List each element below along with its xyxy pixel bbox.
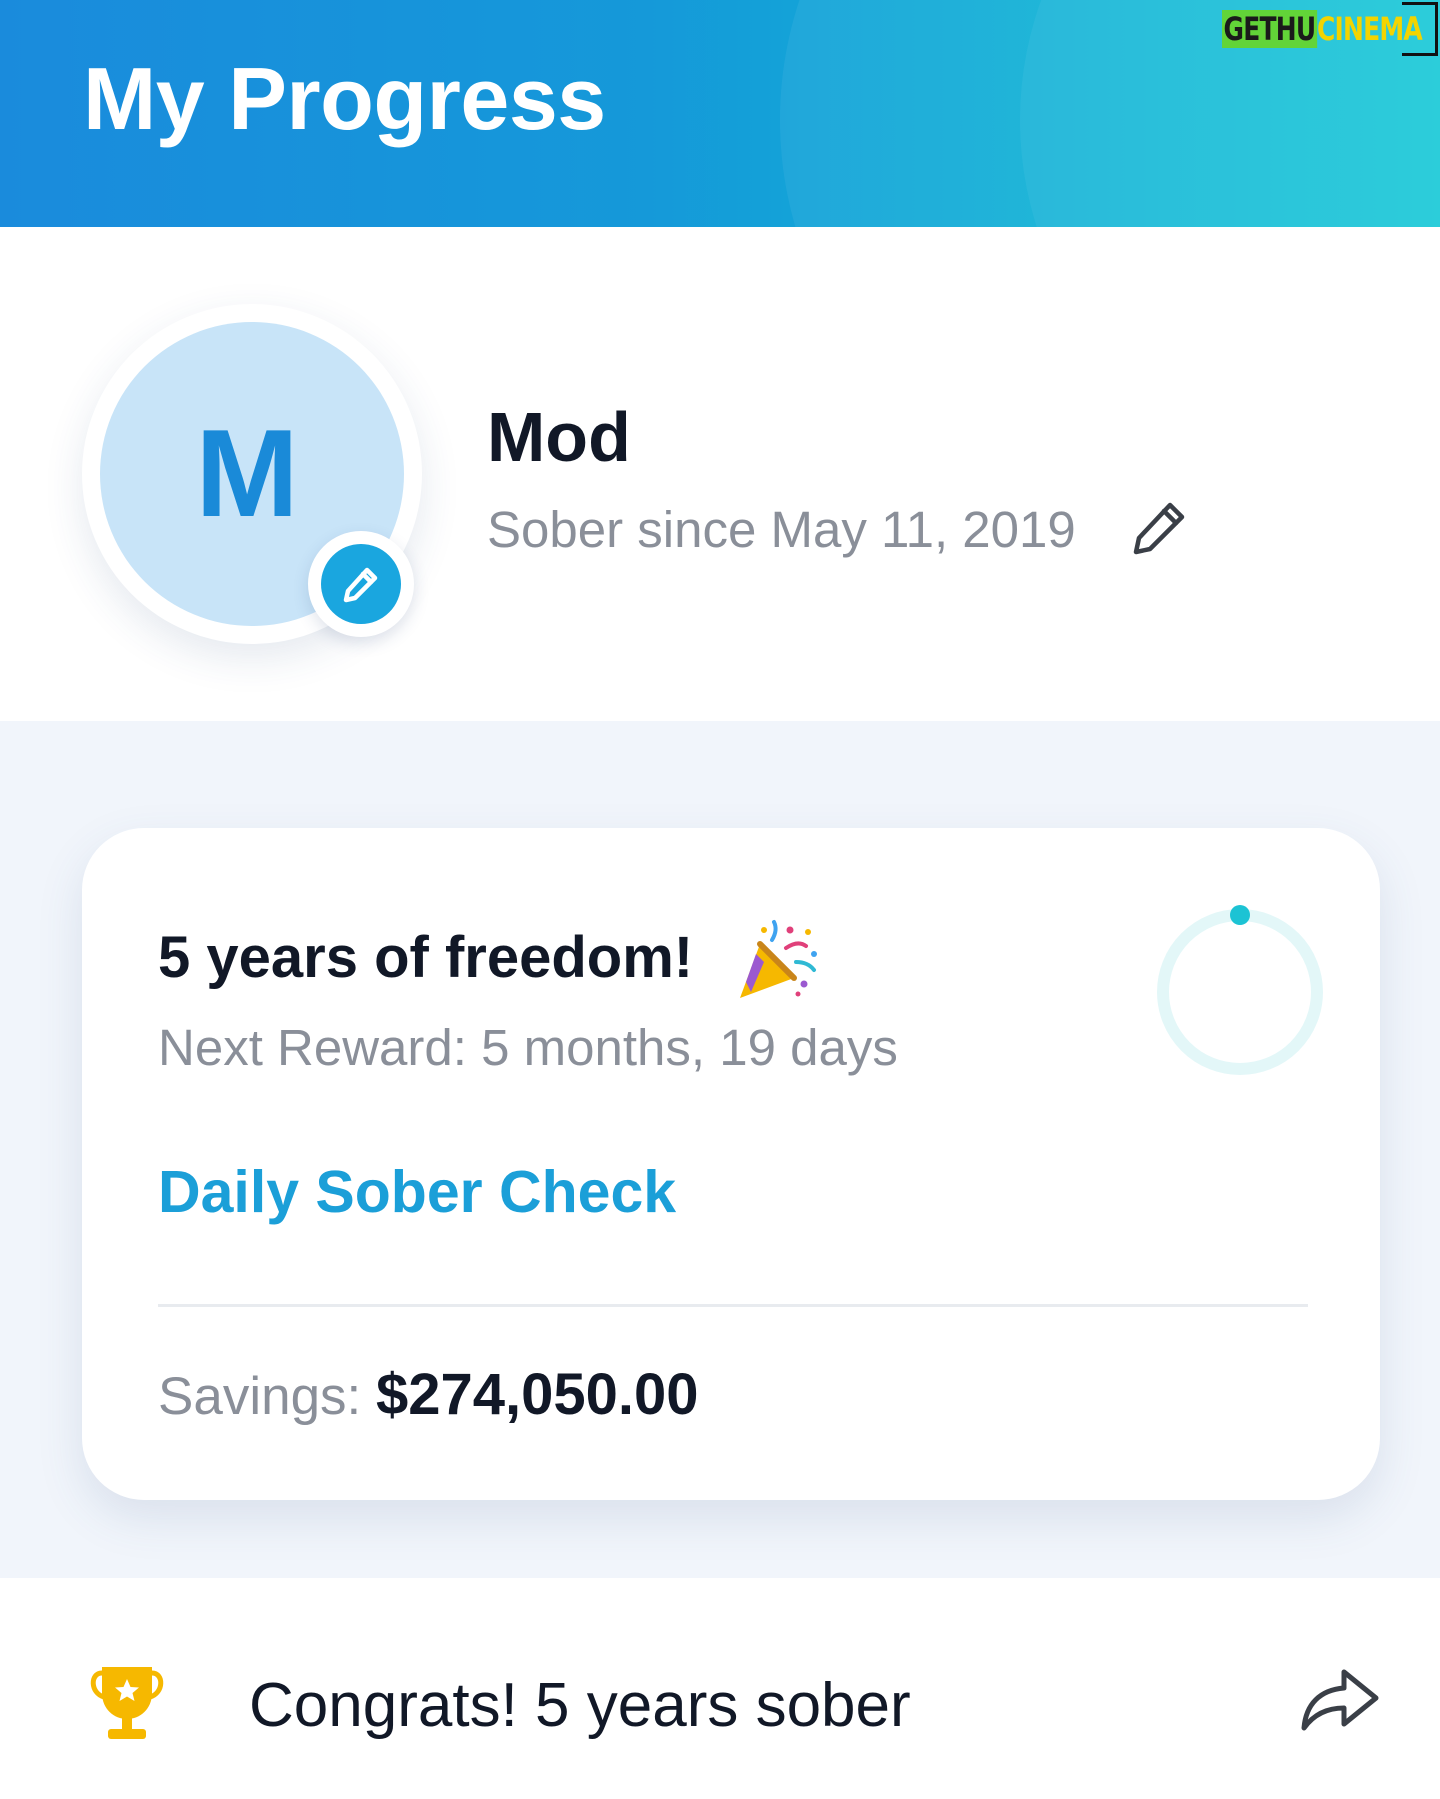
progress-ring: [1157, 905, 1323, 1075]
achievement-row[interactable]: Congrats! 5 years sober: [0, 1578, 1440, 1799]
pencil-icon: [343, 567, 378, 603]
watermark-film-strip: [1402, 2, 1438, 56]
pencil-icon[interactable]: [1130, 499, 1188, 557]
profile-section: M Mod Sober since May 11, 2019: [0, 227, 1440, 721]
watermark-text-1: GETHU: [1222, 10, 1317, 48]
app-header: My Progress GETHUCINEMA: [0, 0, 1440, 227]
share-arrow-icon[interactable]: [1298, 1658, 1382, 1742]
savings-value: $274,050.00: [376, 1362, 699, 1427]
watermark-logo: GETHUCINEMA: [1222, 6, 1423, 52]
party-popper-icon: [740, 920, 817, 998]
progress-ring-track: [1157, 909, 1323, 1075]
progress-card: 5 years of freedom! Next Reward: 5 month…: [82, 828, 1380, 1500]
avatar-edit-button[interactable]: [308, 531, 414, 637]
page-title: My Progress: [83, 49, 606, 148]
avatar-initial: M: [195, 405, 299, 543]
achievement-message: Congrats! 5 years sober: [249, 1671, 911, 1740]
trophy-icon: [90, 1667, 164, 1739]
sober-since-date: Sober since May 11, 2019: [487, 501, 1076, 558]
savings-label: Savings:: [158, 1367, 362, 1426]
avatar-edit-badge: [321, 544, 401, 624]
milestone-title: 5 years of freedom!: [158, 925, 694, 990]
next-reward: Next Reward: 5 months, 19 days: [158, 1019, 898, 1076]
daily-sober-check-link[interactable]: Daily Sober Check: [158, 1158, 676, 1226]
progress-ring-dot: [1230, 905, 1250, 925]
savings-row: Savings: $274,050.00: [158, 1361, 699, 1428]
card-divider: [158, 1304, 1308, 1307]
user-name: Mod: [487, 398, 631, 476]
